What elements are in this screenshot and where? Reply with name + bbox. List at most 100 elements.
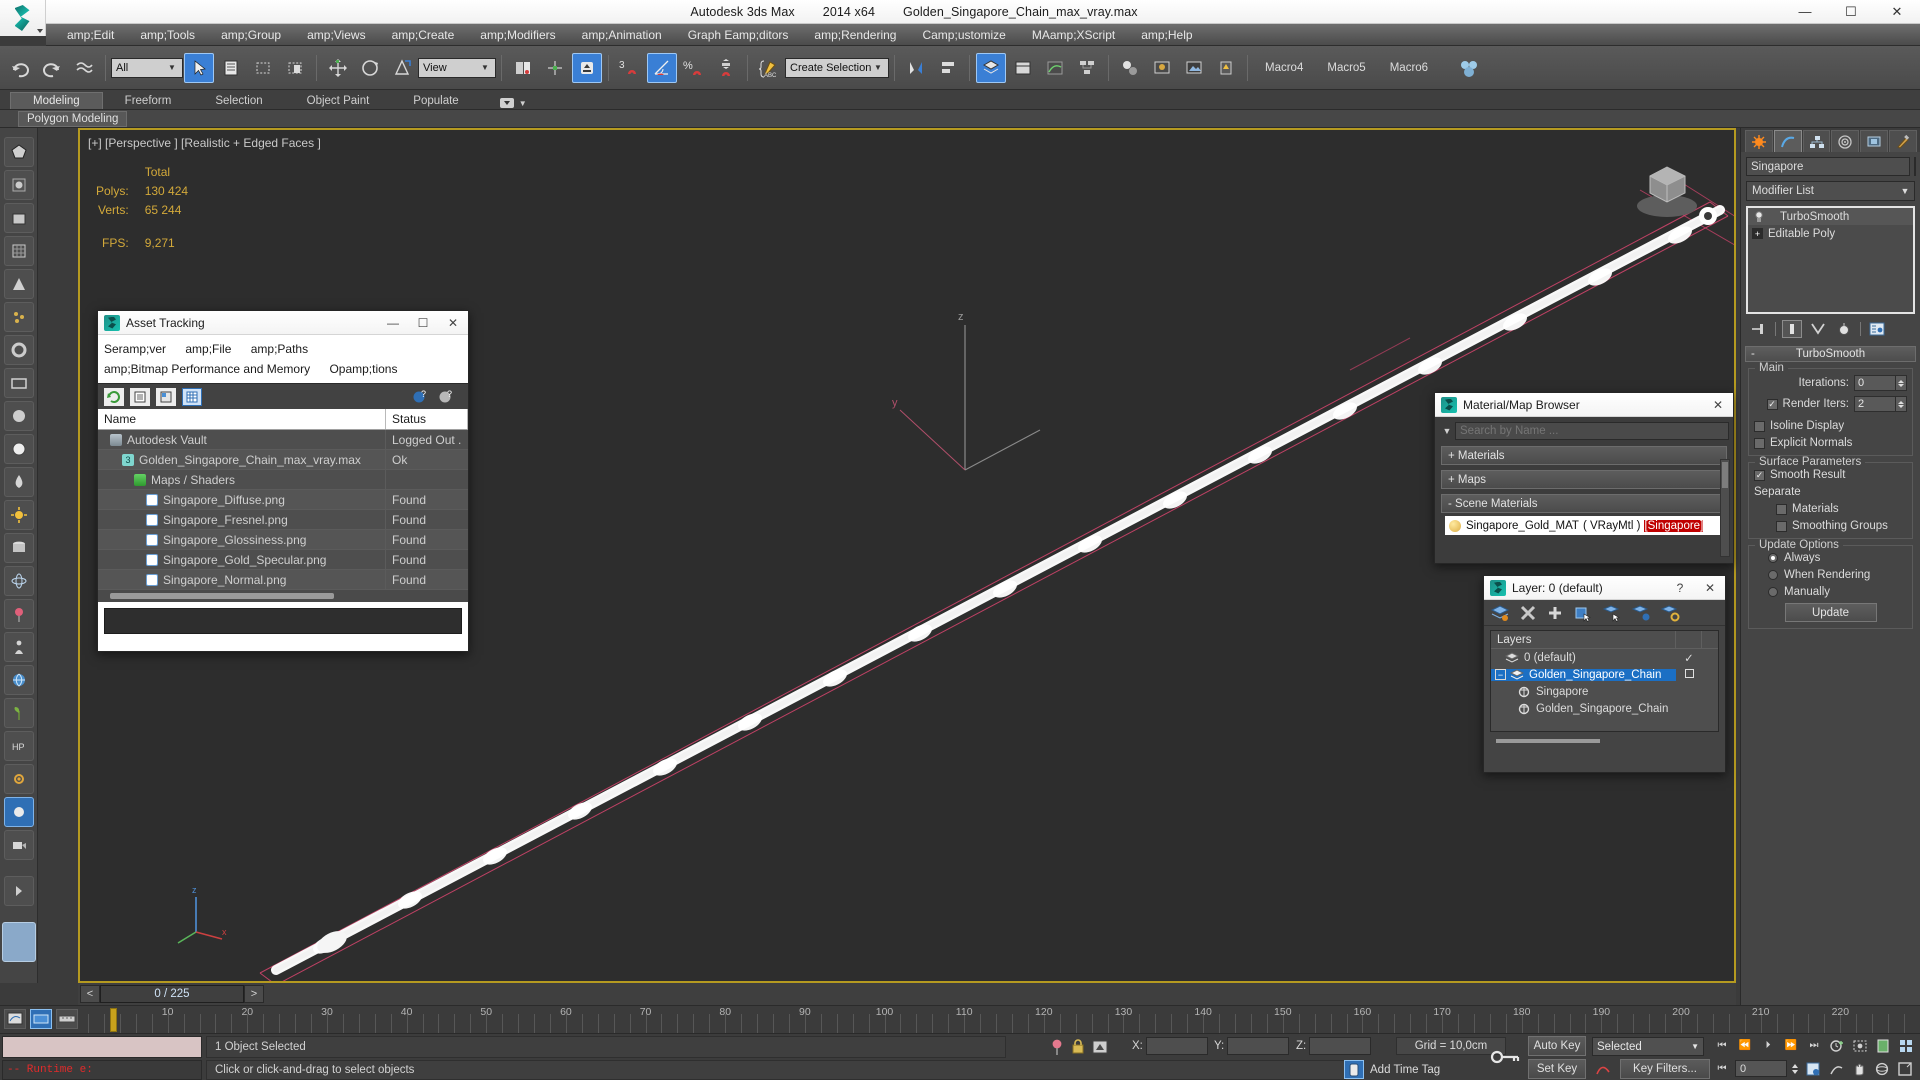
orbit-icon[interactable]: [1872, 1059, 1892, 1078]
material-search-input[interactable]: [1455, 422, 1729, 440]
menu-group[interactable]: amp;Group: [208, 26, 294, 44]
use-transform-coordinate-center-icon[interactable]: [572, 52, 602, 83]
rendered-frame-window-icon[interactable]: [1179, 53, 1209, 83]
maxscript-mini-listener[interactable]: [2, 1036, 202, 1058]
track-view-icon[interactable]: [30, 1009, 52, 1029]
asset-tracking-window[interactable]: Asset Tracking — ☐ ✕ Seramp;ver amp;File…: [97, 310, 469, 652]
tool-grid-icon[interactable]: [3, 236, 34, 266]
details-view-icon[interactable]: [156, 387, 176, 406]
tab-modeling[interactable]: Modeling: [10, 92, 103, 109]
schematic-view-icon[interactable]: [1072, 53, 1102, 83]
iterations-stepper[interactable]: [1854, 375, 1907, 391]
asset-table-horizontal-scrollbar[interactable]: [98, 590, 468, 602]
maximize-viewport-toggle-icon[interactable]: [1896, 1036, 1916, 1055]
tool-light-icon[interactable]: [3, 500, 34, 530]
selection-lock-pin-icon[interactable]: [1050, 1038, 1064, 1056]
render-iters-input[interactable]: [1854, 396, 1896, 412]
remove-modifier-icon[interactable]: [1834, 320, 1854, 338]
mirror-icon[interactable]: [901, 53, 931, 83]
tool-material-preview[interactable]: [1, 922, 36, 962]
list-item[interactable]: − Golden_Singapore_Chain: [1491, 666, 1718, 683]
select-and-scale-icon[interactable]: [387, 53, 417, 83]
auto-key-button[interactable]: Auto Key: [1528, 1036, 1586, 1056]
scrollbar-thumb[interactable]: [110, 593, 334, 599]
lightbulb-icon[interactable]: [1752, 210, 1766, 223]
material-browser-scrollbar[interactable]: [1720, 459, 1730, 557]
layer-list[interactable]: Layers 0 (default) ✓ − Golden_Singapore_…: [1490, 630, 1719, 732]
show-end-result-icon[interactable]: [1782, 320, 1802, 338]
graphite-modeling-tools-icon[interactable]: [1008, 53, 1038, 83]
zoom-icon[interactable]: [1826, 1059, 1846, 1078]
collapse-toggle-icon[interactable]: −: [1495, 669, 1506, 680]
tab-object-paint[interactable]: Object Paint: [285, 93, 392, 109]
edit-named-selection-sets-icon[interactable]: ABC: [754, 53, 784, 83]
macro4-button[interactable]: Macro4: [1253, 62, 1315, 74]
isoline-display-checkbox[interactable]: [1754, 420, 1765, 432]
tool-gear-icon[interactable]: [3, 764, 34, 794]
explicit-normals-checkbox[interactable]: [1754, 437, 1765, 449]
modifier-stack-item-turbosmooth[interactable]: TurboSmooth: [1748, 208, 1913, 225]
refresh-icon[interactable]: [104, 387, 124, 406]
play-animation-icon[interactable]: ⏵: [1758, 1036, 1778, 1055]
asset-menu-paths[interactable]: amp;Paths: [251, 342, 308, 356]
iterations-spinner-arrows[interactable]: [1896, 375, 1907, 391]
key-step-icon[interactable]: ⏮: [1712, 1059, 1732, 1078]
menu-help[interactable]: amp;Help: [1128, 26, 1205, 44]
frame-ruler[interactable]: 10 20 30 40 50 60 70 80 90 100 110 120 130 140 150 160 1…: [88, 1006, 1920, 1034]
tool-camera-icon[interactable]: [3, 830, 34, 860]
update-always-radio[interactable]: [1768, 553, 1778, 563]
close-button[interactable]: ✕: [1874, 0, 1920, 24]
add-layer-icon[interactable]: [1546, 604, 1564, 622]
time-tag-icon[interactable]: [1344, 1060, 1364, 1079]
y-input[interactable]: [1227, 1037, 1290, 1055]
menu-edit[interactable]: amp;Edit: [54, 26, 127, 44]
menu-rendering[interactable]: amp;Rendering: [801, 26, 909, 44]
absolute-relative-mode-icon[interactable]: [1092, 1038, 1108, 1056]
track-bar[interactable]: 10 20 30 40 50 60 70 80 90 100 110 120 130 140 150 160 1…: [0, 1005, 1920, 1033]
tab-display[interactable]: [1860, 130, 1889, 152]
layer-current-check[interactable]: ✓: [1676, 651, 1702, 665]
percent-snap-toggle-icon[interactable]: %: [679, 53, 709, 83]
x-input[interactable]: [1145, 1037, 1208, 1055]
tool-sphere-icon[interactable]: [3, 401, 34, 431]
update-button[interactable]: Update: [1784, 603, 1877, 622]
menu-tools[interactable]: amp;Tools: [127, 26, 208, 44]
layer-manager-icon[interactable]: [976, 52, 1006, 83]
current-frame-indicator[interactable]: 0 / 225: [100, 985, 244, 1003]
help-icon[interactable]: ?: [436, 388, 456, 406]
tool-cylinder-icon[interactable]: [3, 533, 34, 563]
layer-properties-icon[interactable]: [1660, 604, 1680, 622]
tool-helper-icon[interactable]: HP: [3, 731, 34, 761]
set-key-button[interactable]: Set Key: [1528, 1059, 1586, 1079]
tab-selection[interactable]: Selection: [193, 93, 284, 109]
maximize-viewport-icon[interactable]: [1895, 1059, 1915, 1078]
menu-maxscript[interactable]: MAamp;XScript: [1019, 26, 1128, 44]
maximize-button[interactable]: ☐: [1828, 0, 1874, 24]
render-iters-checkbox[interactable]: ✓: [1766, 398, 1778, 410]
list-item[interactable]: Golden_Singapore_Chain: [1491, 700, 1718, 717]
tool-teardrop-icon[interactable]: [3, 467, 34, 497]
zoom-region-icon[interactable]: [1873, 1036, 1893, 1055]
tool-person-icon[interactable]: [3, 632, 34, 662]
tool-box-icon[interactable]: [3, 203, 34, 233]
app-logo-button[interactable]: [0, 0, 46, 36]
column-header-name[interactable]: Name: [98, 409, 386, 429]
layer-help-button[interactable]: ?: [1665, 576, 1695, 600]
zoom-extents-icon[interactable]: [1850, 1036, 1870, 1055]
prev-frame-button[interactable]: <: [80, 985, 100, 1003]
snap-toggle-3-icon[interactable]: 3: [615, 53, 645, 83]
tool-rectangle-icon[interactable]: [3, 368, 34, 398]
list-item[interactable]: 0 (default) ✓: [1491, 649, 1718, 666]
render-setup-icon[interactable]: [1147, 53, 1177, 83]
menu-graph-editors[interactable]: Graph Eamp;ditors: [675, 26, 802, 44]
key-mode-combo[interactable]: Selected ▼: [1592, 1037, 1704, 1056]
separate-materials-checkbox[interactable]: [1776, 503, 1787, 515]
polygon-modeling-panel-title[interactable]: Polygon Modeling: [18, 110, 128, 127]
layers-column-header[interactable]: Layers: [1491, 630, 1676, 649]
go-to-end-icon[interactable]: ⏭: [1804, 1036, 1824, 1055]
scene-material-item[interactable]: Singapore_Gold_MAT ( VRayMtl ) [Singapor…: [1445, 516, 1727, 535]
next-frame-button[interactable]: >: [244, 985, 264, 1003]
asset-close-button[interactable]: ✕: [438, 311, 468, 335]
filter-dropdown-icon[interactable]: ▼: [1439, 426, 1455, 436]
table-row[interactable]: 3 Golden_Singapore_Chain_max_vray.max Ok: [98, 449, 468, 470]
